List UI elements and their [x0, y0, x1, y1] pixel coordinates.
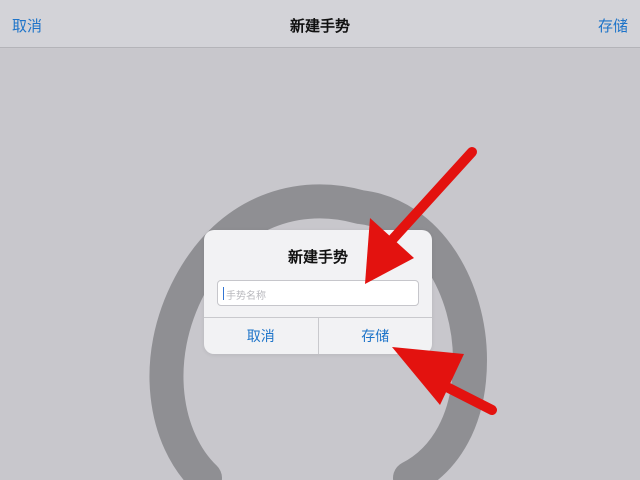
gesture-name-input[interactable]: 手势名称 [217, 280, 419, 306]
text-caret [223, 287, 224, 300]
new-gesture-dialog: 新建手势 手势名称 取消 存储 [204, 230, 432, 354]
navigation-bar: 取消 新建手势 存储 [0, 0, 640, 48]
gesture-name-placeholder: 手势名称 [226, 291, 266, 302]
dialog-save-button[interactable]: 存储 [317, 318, 433, 354]
nav-save-button[interactable]: 存储 [598, 15, 628, 36]
dialog-cancel-button[interactable]: 取消 [204, 318, 318, 354]
dialog-actions: 取消 存储 [204, 317, 432, 354]
page-title: 新建手势 [289, 17, 350, 35]
dialog-title: 新建手势 [287, 248, 348, 266]
